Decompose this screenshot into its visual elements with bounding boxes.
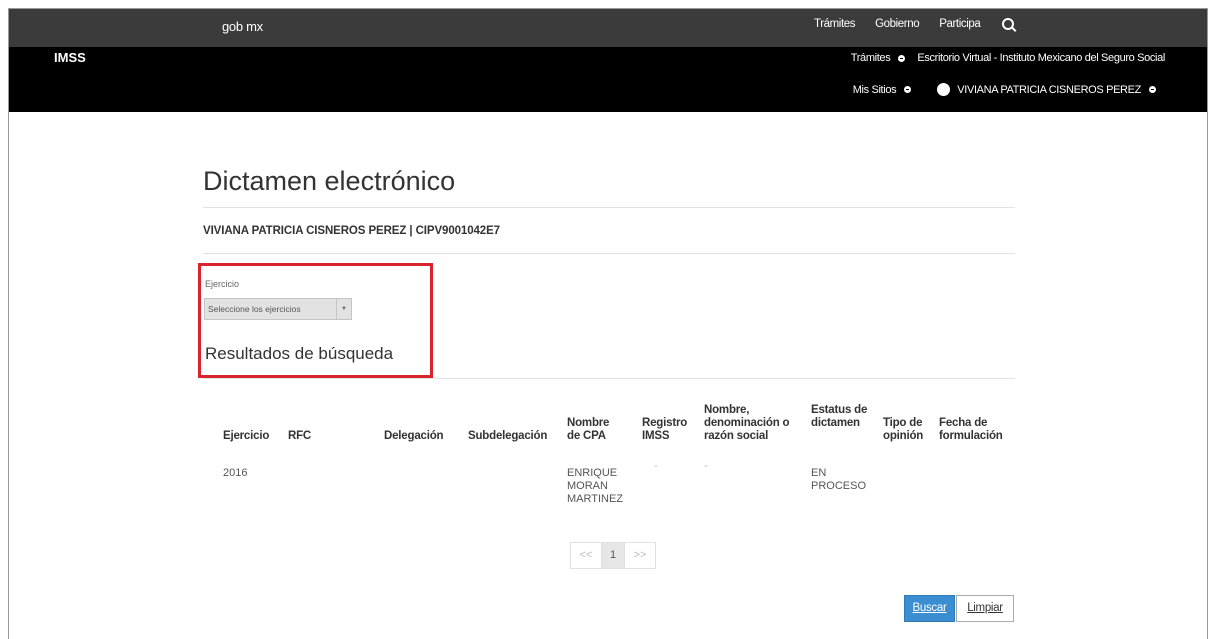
gob-logo[interactable]: gob mx xyxy=(222,19,263,34)
page-1-button[interactable]: 1 xyxy=(601,542,625,569)
gob-link-gobierno[interactable]: Gobierno xyxy=(875,18,920,30)
table-cell-estatus: EN PROCESO xyxy=(811,467,867,492)
page-title: Dictamen electrónico xyxy=(203,166,456,196)
caret-down-icon: ▼ xyxy=(336,299,351,319)
results-divider xyxy=(203,378,1015,379)
col-header-rfc: RFC xyxy=(288,430,312,442)
buscar-button[interactable]: Buscar xyxy=(904,595,955,622)
chevron-down-icon[interactable] xyxy=(1149,86,1156,93)
results-title: Resultados de búsqueda xyxy=(205,344,394,363)
gob-link-participa[interactable]: Participa xyxy=(939,18,981,30)
user-menu[interactable]: VIVIANA PATRICIA CISNEROS PEREZ xyxy=(957,84,1141,96)
prev-page-button[interactable]: << xyxy=(570,542,601,569)
col-header-subdelegacion: Subdelegación xyxy=(468,430,548,442)
search-icon[interactable] xyxy=(1002,18,1015,30)
imss-nav-row: Trámites Escritorio Virtual - Instituto … xyxy=(851,52,1166,64)
imss-brand[interactable]: IMSS xyxy=(54,50,86,65)
user-divider xyxy=(203,253,1015,254)
col-header-ejercicio: Ejercicio xyxy=(223,430,270,442)
chevron-down-icon[interactable] xyxy=(904,86,912,93)
user-avatar-icon xyxy=(937,83,951,96)
table-cell-razon-social: - xyxy=(704,460,708,472)
ejercicio-select[interactable]: Seleccione los ejercicios ▼ xyxy=(204,298,352,320)
table-cell-ejercicio: 2016 xyxy=(223,467,248,479)
imss-header-bar: IMSS Trámites Escritorio Virtual - Insti… xyxy=(9,47,1207,112)
mis-sitios-menu[interactable]: Mis Sitios xyxy=(853,84,897,96)
tramites-menu[interactable]: Trámites xyxy=(851,52,891,64)
col-header-tipo-opinion: Tipo de opinión xyxy=(883,417,924,442)
col-header-registro-imss: Registro IMSS xyxy=(642,417,688,442)
gob-header-bar: gob mx Trámites Gobierno Participa xyxy=(9,9,1207,47)
imss-user-row: Mis Sitios VIVIANA PATRICIA CISNEROS PER… xyxy=(853,83,1162,96)
col-header-razon-social: Nombre, denominación o razón social xyxy=(704,404,790,442)
col-header-nombre-cpa: Nombre de CPA xyxy=(567,417,610,442)
col-header-fecha: Fecha de formulación xyxy=(939,417,1003,442)
pagination: << 1 >> xyxy=(570,542,656,569)
limpiar-button[interactable]: Limpiar xyxy=(956,595,1014,622)
table-cell-nombre-cpa: ENRIQUE MORAN MARTINEZ xyxy=(567,467,624,505)
title-divider xyxy=(203,207,1015,208)
next-page-button[interactable]: >> xyxy=(625,542,656,569)
gob-nav: Trámites Gobierno Participa xyxy=(814,18,1015,30)
table-cell-registro-imss: - xyxy=(654,460,658,472)
ejercicio-label: Ejercicio xyxy=(205,279,240,289)
gob-link-tramites[interactable]: Trámites xyxy=(814,18,856,30)
col-header-delegacion: Delegación xyxy=(384,430,444,442)
col-header-estatus: Estatus de dictamen xyxy=(811,404,868,429)
user-identity: VIVIANA PATRICIA CISNEROS PEREZ | CIPV90… xyxy=(203,225,500,237)
escritorio-virtual-link[interactable]: Escritorio Virtual - Instituto Mexicano … xyxy=(917,52,1165,64)
ejercicio-select-value: Seleccione los ejercicios xyxy=(208,304,301,314)
chevron-down-icon[interactable] xyxy=(898,54,906,62)
